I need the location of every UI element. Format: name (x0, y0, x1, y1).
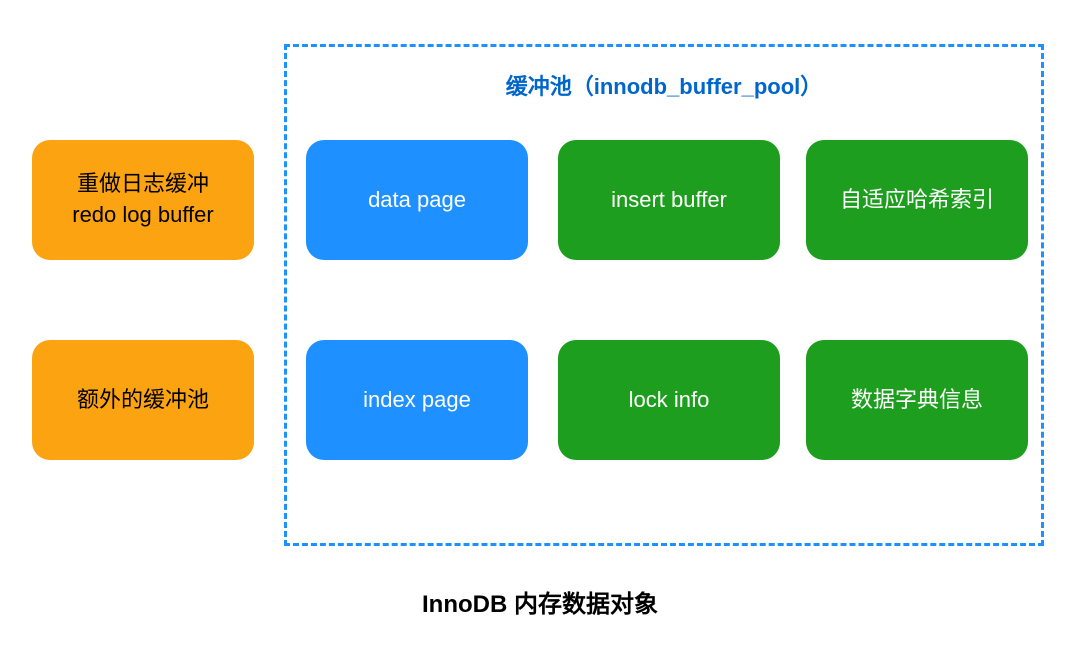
index-page-label: index page (363, 385, 471, 416)
buffer-pool-container: 缓冲池（innodb_buffer_pool） (284, 44, 1044, 546)
lock-info-label: lock info (629, 385, 710, 416)
innodb-memory-diagram: 缓冲池（innodb_buffer_pool） 重做日志缓冲 redo log … (0, 40, 1080, 560)
diagram-caption: InnoDB 内存数据对象 (0, 584, 1080, 619)
buffer-pool-title: 缓冲池（innodb_buffer_pool） (287, 69, 1041, 101)
dict-info-label: 数据字典信息 (851, 385, 983, 416)
extra-buffer-label: 额外的缓冲池 (77, 385, 209, 416)
adaptive-hash-label: 自适应哈希索引 (840, 185, 994, 216)
redo-log-label-en: redo log buffer (72, 200, 213, 231)
redo-log-buffer-block: 重做日志缓冲 redo log buffer (32, 140, 254, 260)
dict-info-block: 数据字典信息 (806, 340, 1028, 460)
data-page-label: data page (368, 185, 466, 216)
extra-buffer-block: 额外的缓冲池 (32, 340, 254, 460)
data-page-block: data page (306, 140, 528, 260)
index-page-block: index page (306, 340, 528, 460)
insert-buffer-label: insert buffer (611, 185, 727, 216)
insert-buffer-block: insert buffer (558, 140, 780, 260)
adaptive-hash-block: 自适应哈希索引 (806, 140, 1028, 260)
redo-log-label-cn: 重做日志缓冲 (77, 169, 209, 200)
lock-info-block: lock info (558, 340, 780, 460)
